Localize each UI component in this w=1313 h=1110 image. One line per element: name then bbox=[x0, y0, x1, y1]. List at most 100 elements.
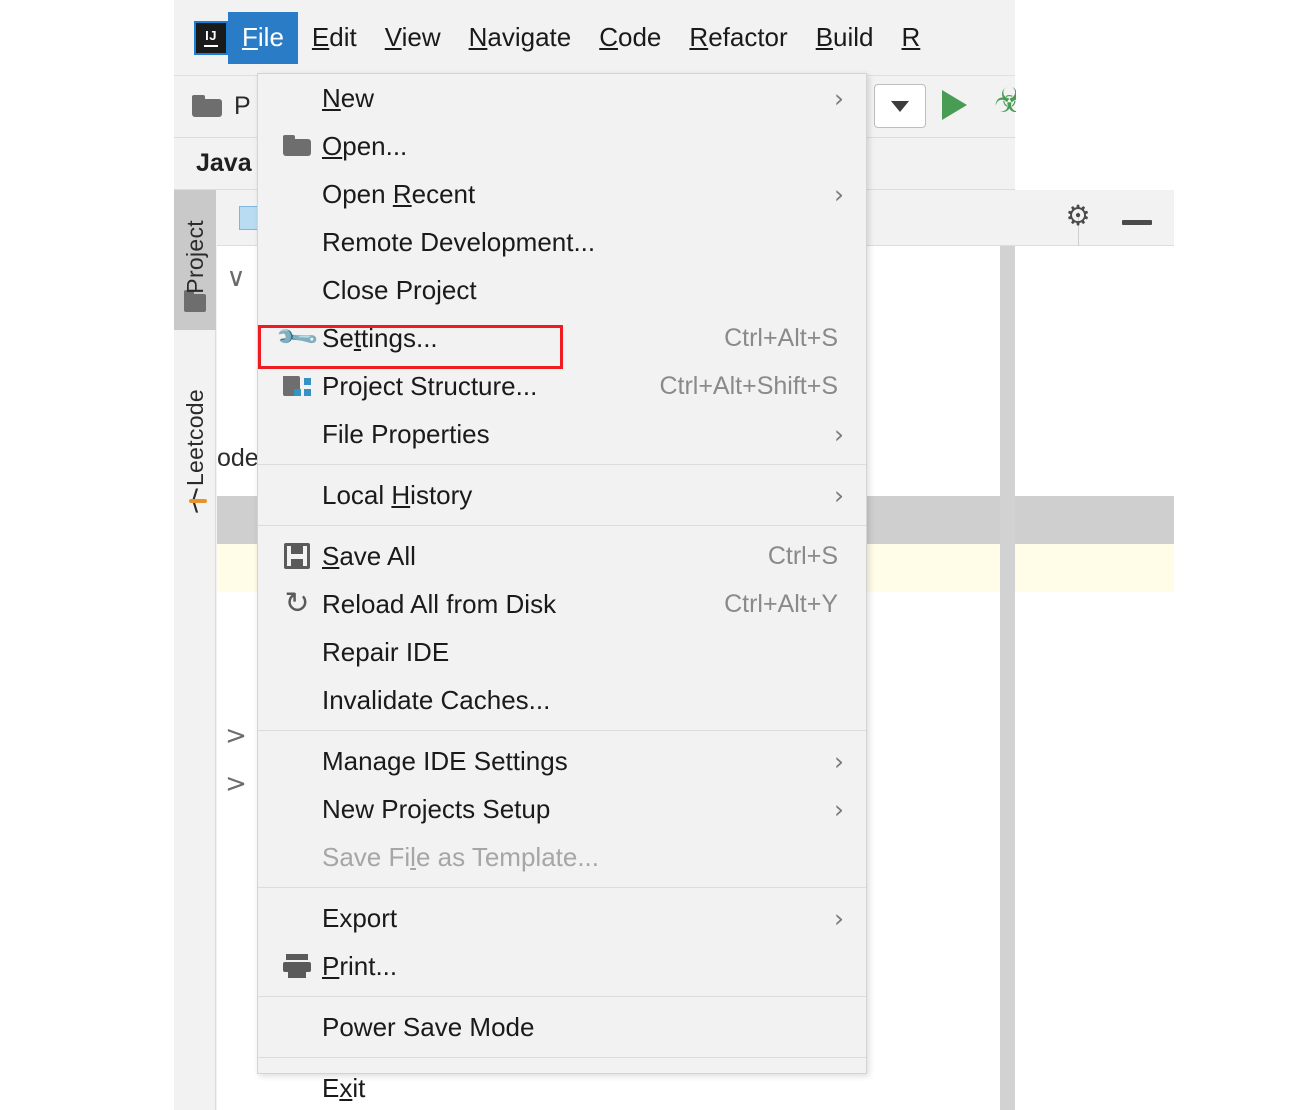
menu-label-print: Print... bbox=[322, 950, 398, 981]
left-tool-strip: Project ⟨ Leetcode bbox=[174, 190, 216, 1110]
no-icon bbox=[280, 417, 314, 451]
reload-icon: ↻ bbox=[284, 586, 310, 621]
screenshot-root: IJ File Edit View Navigate Code Refactor… bbox=[0, 0, 1313, 1110]
menu-item-close-project[interactable]: Close Project bbox=[258, 266, 866, 314]
sidebar-item-project[interactable]: Project bbox=[174, 190, 216, 330]
menubar-item-edit[interactable]: Edit bbox=[298, 12, 371, 64]
menu-label-new: New bbox=[322, 82, 375, 113]
minimize-icon[interactable] bbox=[1122, 219, 1152, 225]
no-icon bbox=[280, 683, 314, 717]
menu-shortcut-reload-all-from-disk: Ctrl+Alt+Y bbox=[724, 589, 838, 618]
menu-label-reload-all-from-disk: Reload All from Disk bbox=[322, 588, 557, 619]
sidebar-label-leetcode: Leetcode bbox=[181, 388, 208, 486]
menu-label-settings: Settings... bbox=[322, 322, 438, 353]
menubar-item-view[interactable]: View bbox=[371, 12, 455, 64]
menu-label-save-all: Save All bbox=[322, 540, 416, 571]
chevron-right-icon[interactable]: > bbox=[217, 721, 255, 751]
menu-label-open: Open... bbox=[322, 130, 408, 161]
menu-label-invalidate-caches: Invalidate Caches... bbox=[322, 684, 551, 715]
menu-item-file-properties[interactable]: File Properties › bbox=[258, 410, 866, 458]
menu-item-remote-development[interactable]: Remote Development... bbox=[258, 218, 866, 266]
leetcode-icon: ⟨ bbox=[181, 486, 209, 514]
no-icon bbox=[280, 273, 314, 307]
menubar-item-navigate[interactable]: Navigate bbox=[455, 12, 586, 64]
menu-label-file-properties: File Properties bbox=[322, 418, 490, 449]
menu-label-manage-ide-settings: Manage IDE Settings bbox=[322, 745, 568, 776]
run-configuration-combobox[interactable] bbox=[874, 84, 926, 128]
menu-item-save-file-as-template: Save File as Template... bbox=[258, 833, 866, 881]
open-folder-icon bbox=[192, 94, 222, 119]
menu-shortcut-settings: Ctrl+Alt+S bbox=[724, 323, 838, 352]
save-icon bbox=[280, 539, 314, 573]
menu-item-manage-ide-settings[interactable]: Manage IDE Settings › bbox=[258, 737, 866, 785]
menu-item-new[interactable]: New › bbox=[258, 74, 866, 122]
menu-item-settings[interactable]: 🔧 Settings... Ctrl+Alt+S bbox=[258, 314, 866, 362]
folder-icon bbox=[184, 290, 206, 312]
chevron-right-icon: › bbox=[834, 419, 844, 449]
project-panel-actions: ⚙ bbox=[1064, 202, 1152, 246]
menu-item-project-structure[interactable]: Project Structure... Ctrl+Alt+Shift+S bbox=[258, 362, 866, 410]
menubar-label-build: Build bbox=[815, 22, 874, 52]
menu-bar: IJ File Edit View Navigate Code Refactor… bbox=[174, 0, 1015, 76]
menubar-item-code[interactable]: Code bbox=[585, 12, 675, 64]
chevron-right-icon: › bbox=[834, 480, 844, 510]
menubar-item-file[interactable]: File bbox=[228, 11, 298, 64]
menu-label-close-project: Close Project bbox=[322, 274, 477, 305]
menu-item-save-all[interactable]: Save All Ctrl+S bbox=[258, 532, 866, 580]
run-triangle-icon[interactable] bbox=[942, 90, 967, 120]
menubar-label-edit: Edit bbox=[311, 22, 357, 52]
menu-item-export[interactable]: Export › bbox=[258, 894, 866, 942]
chevron-right-icon: › bbox=[834, 746, 844, 776]
menu-separator bbox=[258, 730, 866, 731]
no-icon bbox=[280, 840, 314, 874]
menubar-label-navigate: Navigate bbox=[468, 22, 572, 52]
chevron-right-icon: › bbox=[834, 83, 844, 113]
menu-item-power-save-mode[interactable]: Power Save Mode bbox=[258, 1003, 866, 1051]
menu-separator bbox=[258, 1057, 866, 1058]
menubar-item-run[interactable]: R bbox=[888, 12, 935, 64]
menu-separator bbox=[258, 996, 866, 997]
chevron-right-icon: › bbox=[834, 179, 844, 209]
toolbar-open-project[interactable]: P bbox=[192, 92, 251, 121]
project-panel-scrollbar[interactable] bbox=[1000, 246, 1015, 1110]
menu-label-new-projects-setup: New Projects Setup bbox=[322, 793, 551, 824]
sidebar-item-leetcode[interactable]: ⟨ Leetcode bbox=[174, 365, 216, 530]
no-icon bbox=[280, 478, 314, 512]
menubar-label-run: R bbox=[901, 22, 921, 52]
menu-item-open[interactable]: Open... bbox=[258, 122, 866, 170]
menu-label-local-history: Local History bbox=[322, 479, 473, 510]
menu-item-new-projects-setup[interactable]: New Projects Setup › bbox=[258, 785, 866, 833]
debug-bug-icon[interactable]: ☣ bbox=[994, 86, 1016, 120]
menu-separator bbox=[258, 464, 866, 465]
menu-label-export: Export bbox=[322, 902, 398, 933]
menu-item-reload-all-from-disk[interactable]: ↻ Reload All from Disk Ctrl+Alt+Y bbox=[258, 580, 866, 628]
sidebar-label-project: Project bbox=[181, 220, 208, 294]
partial-code-text: ode bbox=[217, 443, 259, 472]
menubar-item-build[interactable]: Build bbox=[802, 12, 888, 64]
menu-item-exit[interactable]: Exit bbox=[258, 1064, 866, 1110]
chevron-right-icon[interactable]: > bbox=[217, 769, 255, 799]
menu-item-invalidate-caches[interactable]: Invalidate Caches... bbox=[258, 676, 866, 724]
no-icon bbox=[280, 1071, 314, 1105]
file-menu-dropdown: New › Open... Open Recent › Remote Devel… bbox=[257, 73, 867, 1103]
menubar-label-file: File bbox=[242, 22, 284, 52]
menu-label-remote-development: Remote Development... bbox=[322, 226, 596, 257]
breadcrumb-label: Java bbox=[196, 149, 252, 177]
chevron-down-icon bbox=[891, 100, 909, 112]
menu-item-open-recent[interactable]: Open Recent › bbox=[258, 170, 866, 218]
no-icon bbox=[280, 225, 314, 259]
chevron-down-icon[interactable]: ∨ bbox=[217, 263, 255, 293]
no-icon bbox=[280, 1010, 314, 1044]
menu-item-repair-ide[interactable]: Repair IDE bbox=[258, 628, 866, 676]
no-icon bbox=[280, 901, 314, 935]
project-structure-icon bbox=[280, 369, 314, 403]
no-icon bbox=[280, 744, 314, 778]
menubar-item-refactor[interactable]: Refactor bbox=[675, 12, 801, 64]
menu-label-save-file-as-template: Save File as Template... bbox=[322, 841, 600, 872]
gear-icon[interactable]: ⚙ bbox=[1064, 202, 1092, 230]
menu-item-print[interactable]: Print... bbox=[258, 942, 866, 990]
no-icon bbox=[280, 635, 314, 669]
menu-label-power-save-mode: Power Save Mode bbox=[322, 1011, 535, 1042]
menu-item-local-history[interactable]: Local History › bbox=[258, 471, 866, 519]
intellij-logo-icon[interactable]: IJ bbox=[194, 20, 228, 55]
